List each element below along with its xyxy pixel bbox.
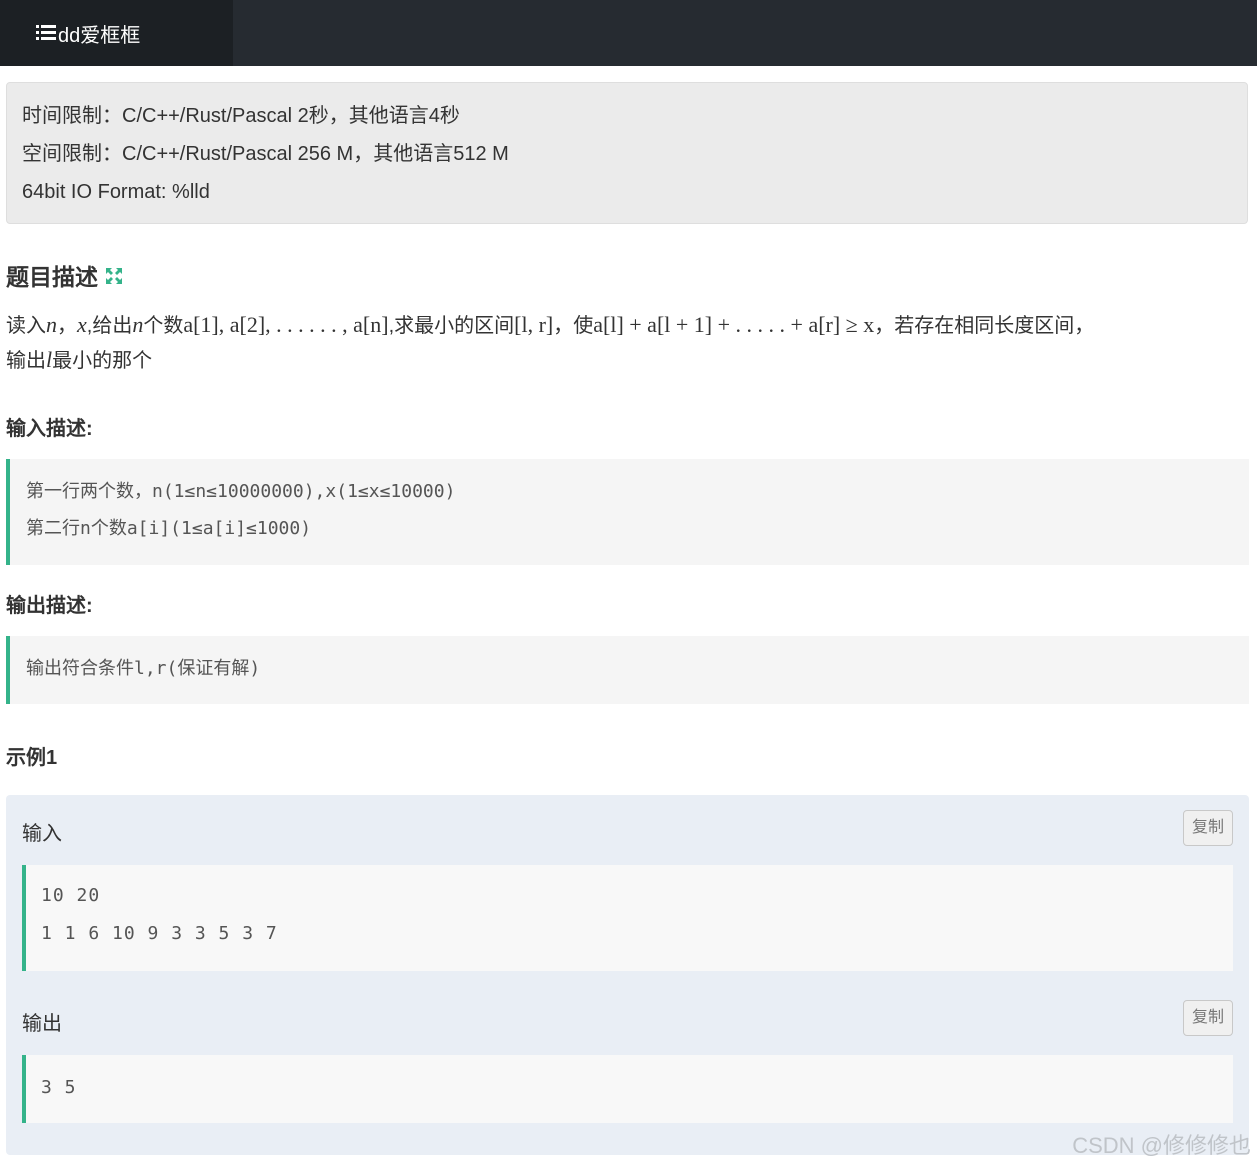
description-heading: 题目描述 bbox=[6, 258, 124, 292]
output-desc-block: 输出符合条件l,r(保证有解) bbox=[6, 636, 1249, 704]
input-desc-line: 第二行n个数a[i](1≤a[i]≤1000) bbox=[26, 518, 312, 539]
output-label: 输出 bbox=[22, 1013, 62, 1035]
description-line-1: 读入n，x,给出n个数a[1], a[2], . . . . . . , a[n… bbox=[6, 312, 1095, 337]
top-bar: dd爱框框 bbox=[0, 0, 1257, 66]
time-limit: 时间限制：C/C++/Rust/Pascal 2秒，其他语言4秒 bbox=[22, 105, 460, 127]
output-desc-title: 输出描述: bbox=[6, 595, 93, 617]
space-limit: 空间限制：C/C++/Rust/Pascal 256 M，其他语言512 M bbox=[22, 143, 509, 165]
input-code-block: 10 20 1 1 6 10 9 3 3 5 3 7 bbox=[22, 865, 1233, 971]
copy-output-button[interactable]: 复制 bbox=[1183, 1000, 1233, 1036]
output-code-block: 3 5 bbox=[22, 1055, 1233, 1123]
io-format: 64bit IO Format: %lld bbox=[22, 181, 210, 203]
brand-tab[interactable]: dd爱框框 bbox=[0, 0, 233, 66]
input-label: 输入 bbox=[22, 823, 62, 845]
example-panel: 输入 复制 10 20 1 1 6 10 9 3 3 5 3 7 输出 复制 3… bbox=[6, 795, 1249, 1155]
output-desc-line: 输出符合条件l,r(保证有解) bbox=[26, 658, 261, 679]
input-desc-block: 第一行两个数，n(1≤n≤10000000),x(1≤x≤10000) 第二行n… bbox=[6, 459, 1249, 565]
input-code-line: 10 20 bbox=[41, 885, 101, 906]
brand-label: dd爱框框 bbox=[58, 24, 141, 47]
output-code-line: 3 5 bbox=[41, 1077, 77, 1098]
watermark: CSDN @修修修也 bbox=[1072, 1133, 1251, 1158]
list-icon bbox=[36, 25, 56, 41]
description-line-2: 输出l最小的那个 bbox=[6, 347, 153, 372]
description-title: 题目描述 bbox=[6, 264, 98, 290]
input-desc-line: 第一行两个数，n(1≤n≤10000000),x(1≤x≤10000) bbox=[26, 481, 456, 502]
input-desc-title: 输入描述: bbox=[6, 418, 93, 440]
input-code-line: 1 1 6 10 9 3 3 5 3 7 bbox=[41, 923, 278, 944]
expand-icon[interactable] bbox=[104, 265, 124, 285]
copy-input-button[interactable]: 复制 bbox=[1183, 810, 1233, 846]
example-title: 示例1 bbox=[6, 747, 58, 769]
problem-description: 读入n，x,给出n个数a[1], a[2], . . . . . . , a[n… bbox=[6, 308, 1246, 378]
limits-panel: 时间限制：C/C++/Rust/Pascal 2秒，其他语言4秒 空间限制：C/… bbox=[6, 82, 1248, 224]
